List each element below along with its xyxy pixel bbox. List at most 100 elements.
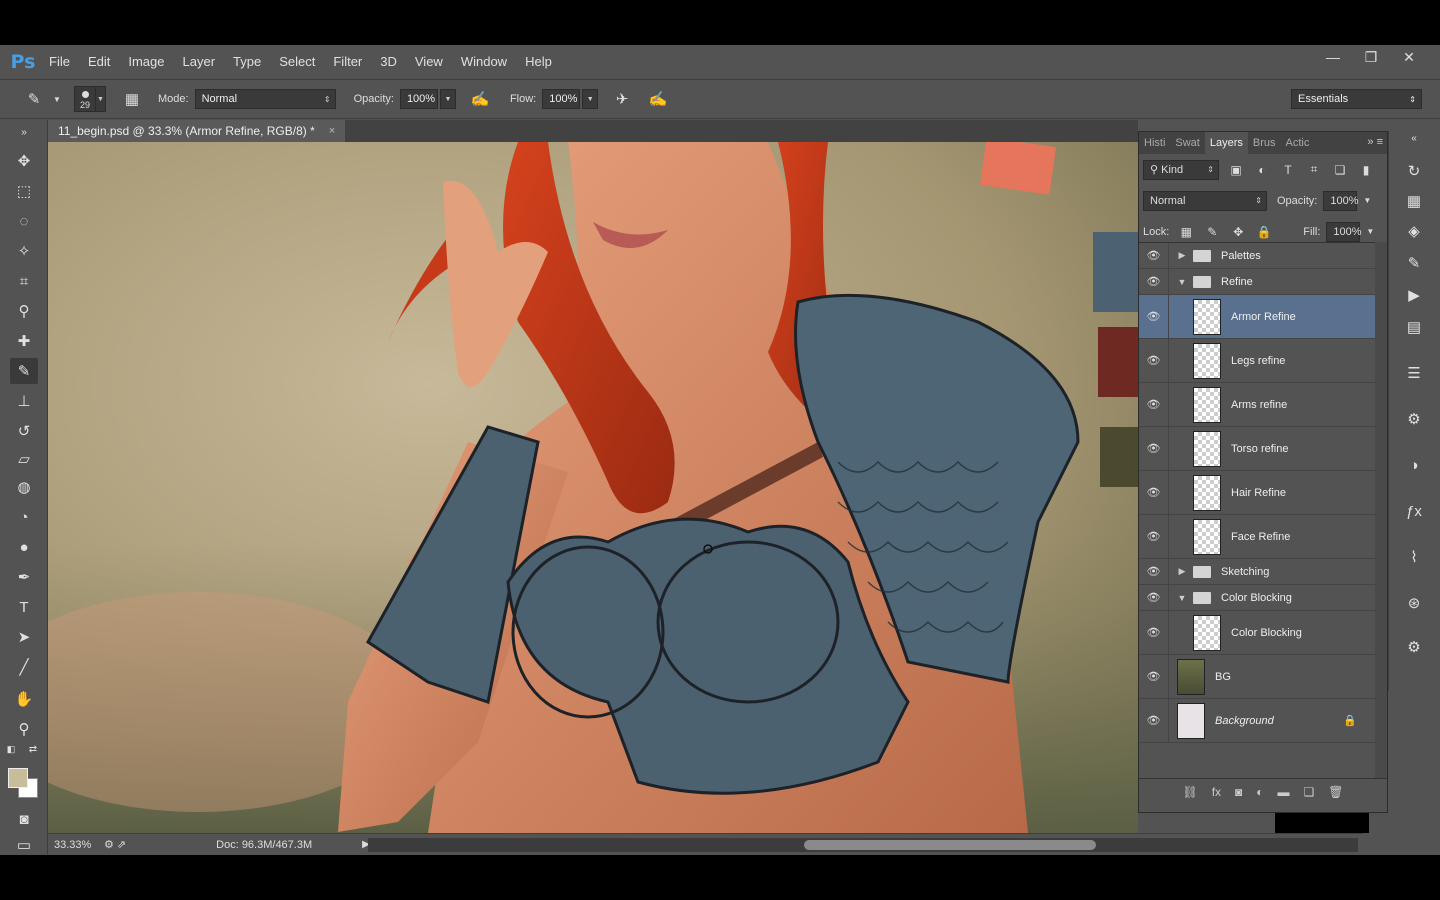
horizontal-scroll-thumb[interactable] (804, 840, 1096, 850)
layer-group-palettes[interactable]: 👁 ▶ Palettes (1139, 243, 1375, 269)
swap-colors-icon[interactable]: ⇄ (26, 742, 40, 756)
type-tool-icon[interactable]: T (10, 594, 38, 620)
menu-filter[interactable]: Filter (324, 45, 371, 79)
panel-menu-icon[interactable]: » ≡ (1367, 136, 1383, 148)
zoom-tool-icon[interactable]: ⚲ (10, 716, 38, 742)
blur-tool-icon[interactable]: ◔ (10, 504, 38, 530)
layers-panel-icon[interactable]: ◈ (1401, 219, 1427, 243)
layer-color-blocking[interactable]: 👁 Color Blocking (1139, 611, 1375, 655)
collapse-tools-icon[interactable]: » (10, 124, 38, 140)
airbrush-icon[interactable]: ✈ (610, 87, 634, 111)
pixel-filter-icon[interactable]: ▣ (1227, 163, 1245, 177)
document-tab[interactable]: 11_begin.psd @ 33.3% (Armor Refine, RGB/… (48, 120, 346, 142)
blend-mode-select[interactable]: Normal ⇕ (1143, 190, 1267, 211)
actions-panel-icon[interactable]: ▶ (1401, 283, 1427, 307)
magic-wand-tool-icon[interactable]: ✧ (10, 238, 38, 264)
channels-panel-icon[interactable]: ⊛ (1401, 591, 1427, 615)
paths-panel-icon[interactable]: ⌇ (1401, 545, 1427, 569)
flow-dropdown-icon[interactable]: ▼ (582, 89, 599, 109)
visibility-eye-icon[interactable]: 👁 (1139, 471, 1169, 514)
horizontal-scrollbar[interactable] (368, 838, 1358, 852)
lock-all-icon[interactable]: 🔒 (1255, 225, 1273, 239)
layer-torso-refine[interactable]: 👁 Torso refine (1139, 427, 1375, 471)
opacity-input[interactable]: 100% (399, 89, 438, 109)
lasso-tool-icon[interactable]: ◌ (10, 208, 38, 234)
menu-edit[interactable]: Edit (79, 45, 119, 79)
menu-view[interactable]: View (406, 45, 452, 79)
close-icon[interactable]: ✕ (1400, 49, 1418, 66)
visibility-eye-icon[interactable]: 👁 (1139, 515, 1169, 558)
shape-filter-icon[interactable]: ⌗ (1305, 162, 1323, 177)
swatches-panel-icon[interactable]: ▦ (1401, 189, 1427, 213)
visibility-eye-icon[interactable]: 👁 (1139, 655, 1169, 698)
menu-file[interactable]: File (40, 45, 79, 79)
menu-window[interactable]: Window (452, 45, 516, 79)
layer-style-icon[interactable]: fx (1212, 785, 1221, 799)
filter-kind-select[interactable]: ⚲ Kind ⇕ (1143, 159, 1219, 180)
layer-opacity-input[interactable]: 100% (1323, 190, 1359, 211)
brush-tool-preset-icon[interactable]: ✎ (22, 87, 46, 111)
styles-panel-icon[interactable]: ƒx (1401, 499, 1427, 523)
menu-select[interactable]: Select (270, 45, 324, 79)
new-layer-icon[interactable]: ❏ (1304, 785, 1315, 799)
visibility-eye-icon[interactable]: 👁 (1139, 585, 1169, 610)
mode-select[interactable]: Normal ⇕ (194, 89, 336, 109)
smart-object-filter-icon[interactable]: ❏ (1331, 163, 1349, 177)
histogram-panel-icon[interactable]: ▤ (1401, 315, 1427, 339)
pen-tool-icon[interactable]: ✒ (10, 564, 38, 590)
fill-input[interactable]: 100% (1326, 221, 1362, 242)
visibility-eye-icon[interactable]: 👁 (1139, 427, 1169, 470)
share-icon[interactable]: ⚙ ⇗ (104, 838, 126, 851)
adjustment-layer-icon[interactable]: ◐ (1256, 785, 1263, 799)
delete-layer-icon[interactable]: 🗑 (1328, 785, 1343, 799)
visibility-eye-icon[interactable]: 👁 (1139, 295, 1169, 338)
layer-legs-refine[interactable]: 👁 Legs refine (1139, 339, 1375, 383)
hand-tool-icon[interactable]: ✋ (10, 686, 38, 712)
lock-transparent-icon[interactable]: ▦ (1177, 225, 1195, 239)
pressure-size-icon[interactable]: ✍ (646, 87, 670, 111)
zoom-level[interactable]: 33.33% (54, 839, 104, 851)
expand-arrow-icon[interactable]: ▼ (1175, 277, 1189, 287)
expand-arrow-icon[interactable]: ▼ (1175, 593, 1189, 603)
collapse-arrow-icon[interactable]: ▶ (1175, 250, 1189, 261)
brush-size-dropdown-icon[interactable]: ▼ (96, 86, 106, 112)
lock-image-icon[interactable]: ✎ (1203, 225, 1221, 239)
close-tab-icon[interactable]: × (329, 125, 335, 137)
workspace-select[interactable]: Essentials ⇕ (1291, 89, 1422, 109)
new-group-icon[interactable]: ▬ (1278, 785, 1290, 799)
opacity-dropdown-icon[interactable]: ▼ (439, 89, 456, 109)
menu-image[interactable]: Image (119, 45, 173, 79)
pressure-opacity-icon[interactable]: ✍ (468, 87, 492, 111)
color-panel-icon[interactable]: ⚙ (1401, 407, 1427, 431)
paint-bucket-tool-icon[interactable]: ◍ (10, 474, 38, 500)
adjustments-panel-icon[interactable]: ☰ (1401, 361, 1427, 385)
tab-history[interactable]: Histi (1139, 132, 1170, 154)
crop-tool-icon[interactable]: ⌗ (10, 268, 38, 294)
preset-dropdown-icon[interactable]: ▼ (52, 87, 62, 111)
link-layers-icon[interactable]: ⛓ (1182, 785, 1197, 799)
visibility-eye-icon[interactable]: 👁 (1139, 339, 1169, 382)
flow-input[interactable]: 100% (542, 89, 581, 109)
visibility-eye-icon[interactable]: 👁 (1139, 243, 1169, 268)
navigator-panel-icon[interactable]: ◑ (1401, 453, 1427, 477)
tab-brushes[interactable]: Brus (1248, 132, 1281, 154)
visibility-eye-icon[interactable]: 👁 (1139, 559, 1169, 584)
layer-bg[interactable]: 👁 BG (1139, 655, 1375, 699)
clone-stamp-tool-icon[interactable]: ⊥ (10, 388, 38, 414)
layer-face-refine[interactable]: 👁 Face Refine (1139, 515, 1375, 559)
add-mask-icon[interactable]: ◙ (1235, 785, 1242, 799)
path-selection-tool-icon[interactable]: ➤ (10, 624, 38, 650)
layer-background[interactable]: 👁 Background 🔒 (1139, 699, 1375, 743)
history-brush-tool-icon[interactable]: ↺ (10, 418, 38, 444)
adjustment-filter-icon[interactable]: ◐ (1253, 163, 1271, 177)
layer-hair-refine[interactable]: 👁 Hair Refine (1139, 471, 1375, 515)
collapse-panels-icon[interactable]: « (1401, 131, 1427, 145)
layer-arms-refine[interactable]: 👁 Arms refine (1139, 383, 1375, 427)
brush-panel-toggle-icon[interactable]: ▦ (120, 87, 144, 111)
lock-position-icon[interactable]: ✥ (1229, 225, 1247, 239)
menu-layer[interactable]: Layer (174, 45, 225, 79)
screen-mode-icon[interactable]: ▭ (10, 832, 38, 858)
menu-3d[interactable]: 3D (371, 45, 406, 79)
dodge-tool-icon[interactable]: ● (10, 534, 38, 560)
menu-type[interactable]: Type (224, 45, 270, 79)
